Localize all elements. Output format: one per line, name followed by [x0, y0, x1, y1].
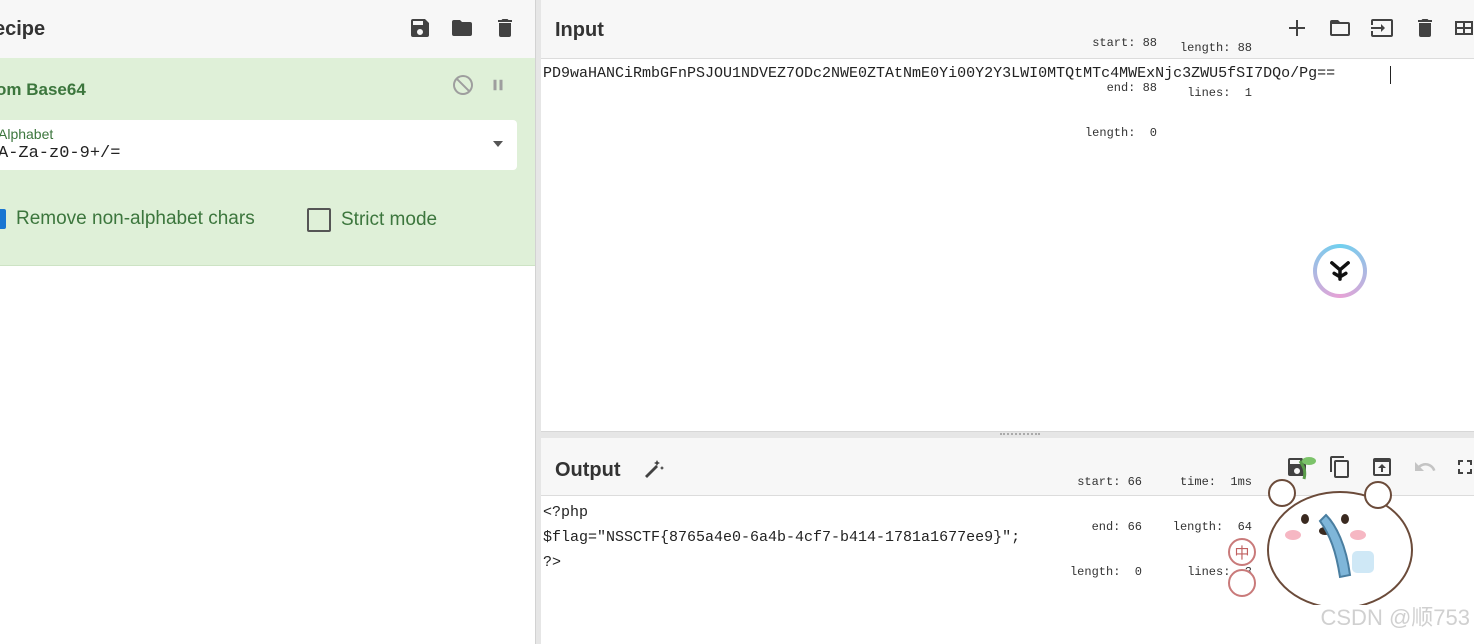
- output-stat-time: time: 1ms: [1179, 475, 1252, 489]
- recipe-pane: ecipe om Base64 Alphabet A-Za-z0-9+/= Re…: [0, 0, 535, 644]
- folder-icon: [452, 20, 472, 36]
- strict-mode-checkbox[interactable]: Strict mode: [307, 208, 437, 232]
- open-folder-button[interactable]: [1367, 13, 1397, 43]
- clear-input-button[interactable]: [1410, 13, 1440, 43]
- input-stat-start: start: 88: [1092, 36, 1157, 50]
- reset-layout-button[interactable]: [1449, 13, 1474, 43]
- operation-from-base64: om Base64 Alphabet A-Za-z0-9+/= Remove n…: [0, 58, 535, 266]
- operation-title: om Base64: [0, 80, 86, 99]
- remove-non-alphabet-checkbox[interactable]: Remove non-alphabet chars: [0, 208, 255, 230]
- folder-outline-icon: [1330, 20, 1350, 36]
- load-recipe-button[interactable]: [447, 13, 477, 43]
- layout-icon: [1455, 21, 1473, 35]
- fullscreen-icon: [1458, 460, 1472, 474]
- language-badge: 中: [1228, 538, 1256, 566]
- input-header-pane: Input start: 88 end: 88 length: 0 length…: [541, 0, 1474, 140]
- output-line: ?>: [543, 554, 562, 571]
- input-icon: [1371, 19, 1393, 37]
- strict-mode-label: Strict mode: [341, 209, 438, 230]
- output-title: Output: [555, 459, 621, 481]
- text-cursor: [1390, 66, 1391, 84]
- plus-icon: [1289, 20, 1305, 36]
- input-title: Input: [555, 19, 604, 41]
- checkbox-checked-icon[interactable]: [0, 209, 6, 229]
- input-text: PD9waHANCiRmbGFnPSJOU1NDVEZ7ODc2NWE0ZTAt…: [543, 65, 1336, 82]
- pause-icon: [493, 79, 503, 91]
- add-input-button[interactable]: [1282, 13, 1312, 43]
- input-header: Input start: 88 end: 88 length: 0 length…: [541, 0, 1474, 140]
- bear-mascot-icon: [1267, 457, 1413, 609]
- breakpoint-button[interactable]: [483, 70, 513, 100]
- maximise-output-button[interactable]: [1450, 452, 1474, 482]
- recipe-header: ecipe: [0, 0, 535, 59]
- magic-button[interactable]: [639, 454, 669, 484]
- checkbox-unchecked-icon[interactable]: [307, 208, 331, 232]
- alphabet-select[interactable]: Alphabet A-Za-z0-9+/=: [0, 120, 517, 170]
- splitter-grip: [1000, 433, 1040, 437]
- remove-non-alphabet-label: Remove non-alphabet chars: [16, 208, 255, 229]
- input-stat-total-length: length: 88: [1179, 41, 1252, 55]
- input-textarea[interactable]: PD9waHANCiRmbGFnPSJOU1NDVEZ7ODc2NWE0ZTAt…: [541, 59, 1474, 431]
- save-recipe-button[interactable]: [405, 13, 435, 43]
- recipe-title: ecipe: [0, 18, 46, 40]
- open-file-button[interactable]: [1325, 13, 1355, 43]
- clear-recipe-button[interactable]: [490, 13, 520, 43]
- csdn-watermark: CSDN @顺753: [1320, 605, 1471, 630]
- alphabet-value: A-Za-z0-9+/=: [0, 144, 121, 163]
- disable-icon: [453, 75, 473, 95]
- output-stat-start: start: 66: [1077, 475, 1142, 489]
- assistant-floating-button[interactable]: [1313, 244, 1367, 298]
- trash-icon: [1418, 19, 1432, 37]
- mascot-badge-icon: [1228, 569, 1256, 597]
- output-line: $flag="NSSCTF{8765a4e0-6a4b-4cf7-b414-17…: [543, 529, 1021, 546]
- magic-wand-icon: [645, 460, 664, 478]
- assistant-icon: [1317, 248, 1363, 294]
- alphabet-label: Alphabet: [0, 126, 54, 142]
- mascot-sticker: [1260, 455, 1420, 609]
- chevron-down-icon: [493, 141, 503, 147]
- save-icon: [411, 19, 429, 37]
- trash-icon: [498, 19, 512, 37]
- output-line: <?php: [543, 504, 589, 521]
- output-text: <?php $flag="NSSCTF{8765a4e0-6a4b-4cf7-b…: [543, 500, 1020, 575]
- disable-operation-button[interactable]: [448, 70, 478, 100]
